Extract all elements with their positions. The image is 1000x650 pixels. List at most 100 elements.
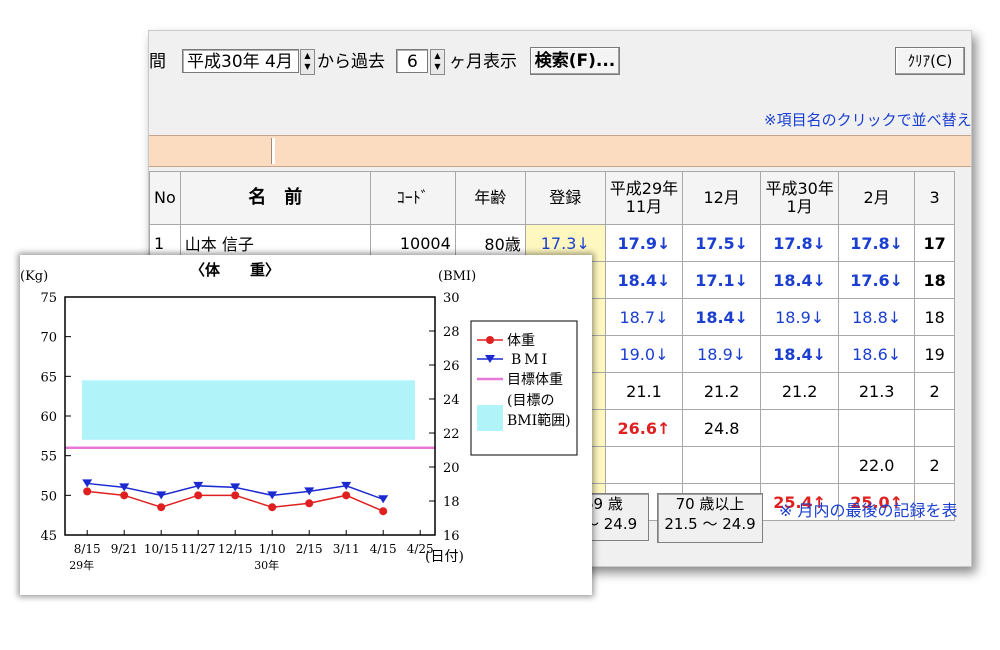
y-tick-right-label: 22 [443,427,460,442]
legend-weight-label: 体重 [507,333,535,349]
month-value: 2 [914,446,956,484]
column-header[interactable]: No [149,171,181,225]
month-value: 18.8↓ [838,298,916,336]
search-button[interactable]: 検索(F)... [530,47,620,75]
age-range-1-label: 69 歳 [584,495,623,513]
x-tick-label: 4/25 [407,542,434,556]
month-value: 18.9↓ [682,335,762,373]
column-header[interactable]: 3 [914,171,956,225]
legend-target-label: 目標体重 [507,372,563,388]
clear-button[interactable]: ｸﾘｱ(C) [895,47,965,75]
month-value: 19.0↓ [604,335,684,373]
weight-point [305,499,314,508]
weight-point [120,491,129,500]
month-value: 19 [914,335,956,373]
column-header[interactable]: 平成29年 11月 [604,171,684,225]
y-tick-left-label: 75 [40,291,57,306]
month-value: 18.9↓ [760,298,840,336]
filter-divider[interactable] [271,138,275,164]
x-tick-label: 10/15 [144,542,179,556]
month-value: 17.8↓ [760,224,840,262]
y-tick-left-label: 60 [40,410,57,425]
legend-weight-marker [486,336,494,344]
weight-point [342,491,351,500]
month-value: 18.4↓ [604,261,684,299]
y-tick-left-label: 50 [40,489,57,504]
month-value: 21.2 [682,372,762,410]
month-value: 24.8 [682,409,762,447]
weight-point [231,491,240,500]
month-value [682,446,762,484]
month-value [838,409,916,447]
weight-point [194,491,203,500]
y-tick-left-label: 55 [40,450,57,465]
y-tick-left-label: 70 [40,331,57,346]
legend-bmi-range-label-1: (目標の [507,393,554,409]
x-tick-label: 1/10 [259,542,286,556]
y-tick-right-label: 20 [443,461,460,476]
month-value: 21.1 [604,372,684,410]
weight-point [83,487,92,496]
chart-title: 〈体 重〉 [190,261,280,279]
weight-chart: 〈体 重〉(Kg) (BMI)(日付)7570656055504530282624… [20,261,578,572]
period-label: 間 [149,52,166,72]
period-spinner[interactable]: ▲ ▼ [300,49,315,75]
months-field[interactable]: 6 [396,49,428,73]
month-value: 18.7↓ [604,298,684,336]
column-header[interactable]: 平成30年 1月 [760,171,840,225]
month-value: 21.3 [838,372,916,410]
month-value: 17.1↓ [682,261,762,299]
filter-bar [149,135,971,167]
x-tick-label: 4/15 [370,542,397,556]
from-past-label: から過去 [317,52,385,72]
month-value: 17.9↓ [604,224,684,262]
footer-note: ※ 月内の最後の記録を表 [779,501,958,520]
sort-note: ※項目名のクリックで並べ替え [764,111,972,129]
x-tick-label: 9/21 [111,542,138,556]
legend-bmi-range-swatch [477,405,503,431]
column-header[interactable]: 登録 [524,171,606,225]
month-value: 18.4↓ [760,335,840,373]
table-header-row: No 名 前ｺｰﾄﾞ 年齢 登録 平成29年 11月 12月 平成30年 1月 2月 3 [149,171,956,225]
month-value: 18.4↓ [682,298,762,336]
month-value [760,446,840,484]
month-value: 17 [914,224,956,262]
month-value [760,409,840,447]
toolbar: 間 平成30年 4月 ▲ ▼ から過去 6 ▲ ▼ ヶ月表示 検索(F)... ｸﾘ… [149,31,971,81]
y-axis-left-label: (Kg) [20,269,48,284]
months-spinner[interactable]: ▲ ▼ [430,49,445,75]
weight-point [379,507,388,516]
month-value: 18 [914,261,956,299]
column-header[interactable]: 12月 [682,171,762,225]
year-label: 29年 [69,558,94,572]
month-value: 18.6↓ [838,335,916,373]
y-tick-left-label: 65 [40,370,57,385]
y-tick-right-label: 18 [443,495,460,510]
column-header[interactable]: ｺｰﾄﾞ [369,171,456,225]
month-value: 18.4↓ [760,261,840,299]
x-tick-label: 2/15 [296,542,323,556]
month-value: 22.0 [838,446,916,484]
months-display-label: ヶ月表示 [449,52,517,72]
bmi-range-2-label: 21.5 ～ 24.9 [664,515,756,533]
x-tick-label: 8/15 [74,542,101,556]
x-tick-label: 11/27 [181,542,216,556]
weight-point [157,503,166,512]
x-tick-label: 12/15 [218,542,253,556]
period-field[interactable]: 平成30年 4月 [182,49,299,73]
bmi-range-band [82,380,415,440]
column-header[interactable]: 2月 [838,171,916,225]
month-value: 2 [914,372,956,410]
month-value: 21.2 [760,372,840,410]
month-value: 18 [914,298,956,336]
month-value: 17.8↓ [838,224,916,262]
age-range-box-2: 70 歳以上 21.5 ～ 24.9 [657,493,763,543]
age-range-2-label: 70 歳以上 [675,495,745,513]
bmi-point [378,495,389,504]
month-value: 26.6↑ [604,409,684,447]
column-header[interactable]: 年齢 [454,171,526,225]
month-value: 17.5↓ [682,224,762,262]
column-header[interactable]: 名 前 [179,171,371,225]
month-value: 17.6↓ [838,261,916,299]
y-tick-right-label: 26 [443,359,460,374]
